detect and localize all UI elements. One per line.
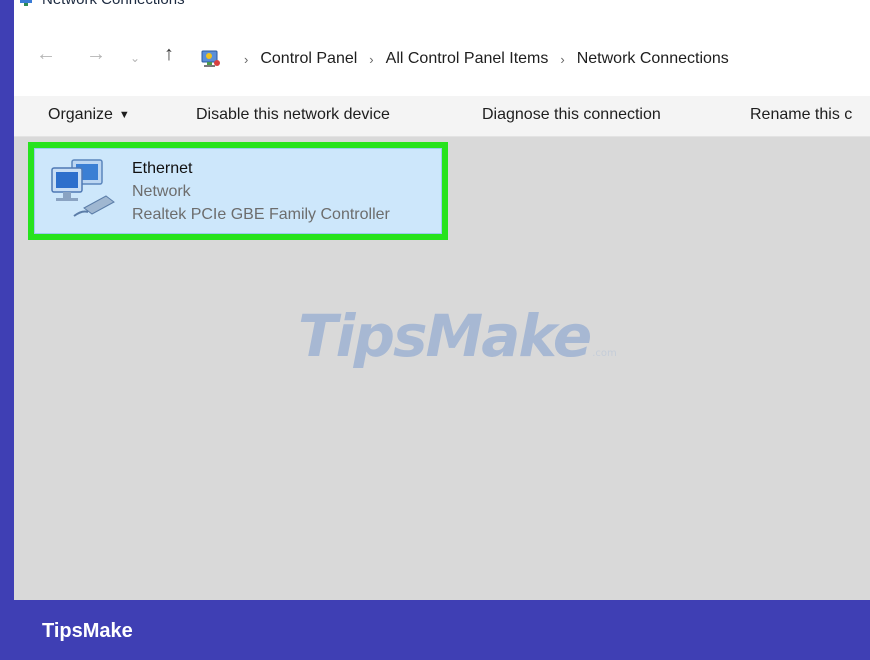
network-adapter-icon xyxy=(51,159,115,217)
breadcrumb: › Control Panel › All Control Panel Item… xyxy=(200,48,729,70)
window-title: Network Connections xyxy=(42,0,185,8)
watermark-text: TipsMake xyxy=(298,302,592,370)
address-bar: ← → ⌄ ↑ › Control Panel › All Control Pa… xyxy=(14,20,870,97)
ethernet-connection-item[interactable]: Ethernet Network Realtek PCIe GBE Family… xyxy=(28,142,448,240)
breadcrumb-all-control-panel-items[interactable]: All Control Panel Items xyxy=(386,50,549,68)
explorer-window: Network Connections ← → ⌄ ↑ › Control Pa… xyxy=(14,0,870,600)
disable-network-device-button[interactable]: Disable this network device xyxy=(196,106,390,124)
organize-button[interactable]: Organize ▼ xyxy=(48,106,130,124)
breadcrumb-separator: › xyxy=(369,51,374,67)
breadcrumb-control-panel[interactable]: Control Panel xyxy=(260,50,357,68)
footer-banner: TipsMake xyxy=(0,600,870,660)
connection-name: Ethernet xyxy=(132,160,193,177)
watermark-suffix: .com xyxy=(592,348,617,359)
command-toolbar: Organize ▼ Disable this network device Di… xyxy=(14,96,870,137)
breadcrumb-separator: › xyxy=(560,51,565,67)
breadcrumb-separator: › xyxy=(244,51,249,67)
title-bar: Network Connections xyxy=(14,0,870,20)
forward-arrow-icon[interactable]: → xyxy=(86,44,106,64)
brand-logo-text: TipsMake xyxy=(42,620,133,642)
control-panel-icon xyxy=(201,50,220,67)
back-arrow-icon[interactable]: ← xyxy=(36,44,56,64)
diagnose-connection-button[interactable]: Diagnose this connection xyxy=(482,106,661,124)
breadcrumb-network-connections[interactable]: Network Connections xyxy=(577,50,729,68)
rename-connection-button[interactable]: Rename this c xyxy=(750,106,852,124)
connection-type: Network xyxy=(132,183,191,200)
organize-label: Organize xyxy=(48,106,113,123)
connection-adapter: Realtek PCIe GBE Family Controller xyxy=(132,206,390,223)
up-arrow-icon[interactable]: ↑ xyxy=(164,44,174,64)
recent-locations-chevron-icon[interactable]: ⌄ xyxy=(130,48,140,68)
network-connections-icon xyxy=(20,0,32,6)
dropdown-caret-icon: ▼ xyxy=(118,109,130,121)
tipsmake-watermark: TipsMake .com xyxy=(298,302,617,370)
